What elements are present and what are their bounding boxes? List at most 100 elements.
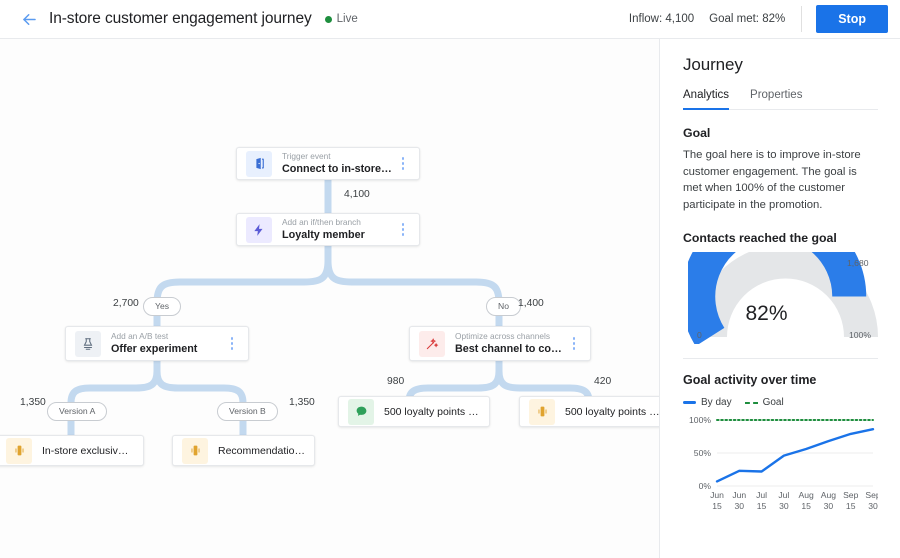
- node-title: Loyalty member: [282, 228, 392, 242]
- svg-text:30: 30: [735, 501, 745, 511]
- lightning-bolt-icon: [246, 217, 272, 243]
- node-text: 500 loyalty points with sign-up: [384, 405, 480, 419]
- pill-version-a[interactable]: Version A: [47, 402, 107, 421]
- goal-met-stat: Goal met: 82%: [709, 13, 785, 25]
- panel-title: Journey: [683, 55, 878, 75]
- count-trigger-to-branch: 4,100: [344, 189, 370, 200]
- node-title: 500 loyalty points with sign-up: [565, 405, 660, 419]
- page-title: In-store customer engagement journey: [49, 10, 312, 28]
- push-notification-icon: [529, 399, 555, 425]
- svg-text:30: 30: [824, 501, 834, 511]
- node-version-a-message[interactable]: In-store exclusive offer: [0, 435, 144, 466]
- count-version-a: 1,350: [20, 397, 46, 408]
- svg-text:Jun: Jun: [732, 490, 746, 500]
- svg-text:15: 15: [757, 501, 767, 511]
- goal-activity-line-chart: 0%50%100%Jun15Jun30Jul15Jul30Aug15Aug30S…: [683, 414, 878, 524]
- svg-text:50%: 50%: [694, 448, 712, 458]
- journey-canvas[interactable]: Trigger event Connect to in-store Wi-Fi …: [0, 39, 660, 558]
- node-text: Add an A/B test Offer experiment: [111, 331, 221, 356]
- node-subtitle: Optimize across channels: [455, 331, 563, 342]
- count-push: 420: [594, 376, 611, 387]
- count-yes: 2,700: [113, 298, 139, 309]
- activity-chart-heading: Goal activity over time: [683, 373, 878, 387]
- app-root: In-store customer engagement journey Liv…: [0, 0, 900, 558]
- arrow-left-icon[interactable]: [18, 8, 40, 30]
- node-ifthen-branch[interactable]: Add an if/then branch Loyalty member: [236, 213, 420, 246]
- node-text: In-store exclusive offer: [42, 444, 134, 458]
- node-title: In-store exclusive offer: [42, 444, 134, 458]
- top-header: In-store customer engagement journey Liv…: [0, 0, 900, 39]
- node-subtitle: Trigger event: [282, 151, 392, 162]
- gauge-min-label: 0: [697, 330, 702, 340]
- svg-text:15: 15: [712, 501, 722, 511]
- sms-chat-icon: [348, 399, 374, 425]
- legend-item-by-day: By day: [683, 397, 732, 408]
- node-text: Optimize across channels Best channel to…: [455, 331, 563, 356]
- chart-legend: By day Goal: [683, 397, 878, 408]
- svg-text:15: 15: [801, 501, 811, 511]
- tab-properties[interactable]: Properties: [750, 89, 802, 110]
- count-sms: 980: [387, 376, 404, 387]
- svg-text:15: 15: [846, 501, 856, 511]
- node-title: Best channel to communicate: [455, 342, 563, 356]
- svg-text:100%: 100%: [689, 415, 711, 425]
- kebab-menu-icon[interactable]: [396, 154, 410, 174]
- goal-gauge-chart: 82% 0 100% 1,680: [683, 252, 878, 342]
- tab-analytics[interactable]: Analytics: [683, 89, 729, 110]
- svg-text:Sep: Sep: [843, 490, 859, 500]
- legend-swatch-line-icon: [683, 401, 696, 403]
- node-version-b-message[interactable]: Recommendations just for you: [172, 435, 315, 466]
- node-subtitle: Add an A/B test: [111, 331, 221, 342]
- connector-edges: [0, 39, 660, 558]
- node-ab-test[interactable]: Add an A/B test Offer experiment: [65, 326, 249, 361]
- header-divider: [801, 6, 802, 32]
- node-text: 500 loyalty points with sign-up: [565, 405, 660, 419]
- panel-divider: [683, 358, 878, 359]
- legend-item-goal: Goal: [745, 397, 784, 408]
- node-text: Trigger event Connect to in-store Wi-Fi: [282, 151, 392, 176]
- node-optimize-channels[interactable]: Optimize across channels Best channel to…: [409, 326, 591, 361]
- pill-version-b[interactable]: Version B: [217, 402, 278, 421]
- status-label: Live: [337, 13, 358, 25]
- kebab-menu-icon[interactable]: [567, 334, 581, 354]
- count-version-b: 1,350: [289, 397, 315, 408]
- svg-text:Aug: Aug: [821, 490, 837, 500]
- node-sms-loyalty-points[interactable]: 500 loyalty points with sign-up: [338, 396, 490, 427]
- node-push-loyalty-points[interactable]: 500 loyalty points with sign-up: [519, 396, 660, 427]
- node-title: Offer experiment: [111, 342, 221, 356]
- ab-test-icon: [75, 331, 101, 357]
- goal-description: The goal here is to improve in-store cus…: [683, 147, 878, 213]
- pill-no[interactable]: No: [486, 297, 521, 316]
- gauge-center-value: 82%: [661, 302, 878, 326]
- line-chart-svg: 0%50%100%Jun15Jun30Jul15Jul30Aug15Aug30S…: [683, 414, 878, 522]
- kebab-menu-icon[interactable]: [225, 334, 239, 354]
- magic-wand-icon: [419, 331, 445, 357]
- node-trigger-event[interactable]: Trigger event Connect to in-store Wi-Fi: [236, 147, 420, 180]
- node-title: Recommendations just for you: [218, 444, 305, 458]
- gauge-heading: Contacts reached the goal: [683, 231, 878, 245]
- node-title: 500 loyalty points with sign-up: [384, 405, 480, 419]
- svg-text:30: 30: [868, 501, 878, 511]
- stop-button[interactable]: Stop: [816, 5, 888, 33]
- svg-text:Sep: Sep: [865, 490, 878, 500]
- kebab-menu-icon[interactable]: [396, 220, 410, 240]
- pill-yes[interactable]: Yes: [143, 297, 181, 316]
- count-no: 1,400: [518, 298, 544, 309]
- svg-text:Jul: Jul: [756, 490, 767, 500]
- svg-text:30: 30: [779, 501, 789, 511]
- gauge-max-label: 100%: [849, 330, 871, 340]
- node-text: Add an if/then branch Loyalty member: [282, 217, 392, 242]
- legend-swatch-dashed-icon: [745, 402, 758, 404]
- journey-details-panel: Journey Analytics Properties Goal The go…: [661, 39, 900, 558]
- push-notification-icon: [6, 438, 32, 464]
- node-subtitle: Add an if/then branch: [282, 217, 392, 228]
- svg-text:Jun: Jun: [710, 490, 724, 500]
- node-title: Connect to in-store Wi-Fi: [282, 162, 392, 176]
- legend-label: By day: [701, 397, 732, 408]
- legend-label: Goal: [763, 397, 784, 408]
- status-badge: Live: [325, 13, 358, 25]
- push-notification-icon: [182, 438, 208, 464]
- svg-text:Jul: Jul: [778, 490, 789, 500]
- panel-tabs: Analytics Properties: [683, 89, 878, 110]
- gauge-peak-label: 1,680: [847, 258, 869, 268]
